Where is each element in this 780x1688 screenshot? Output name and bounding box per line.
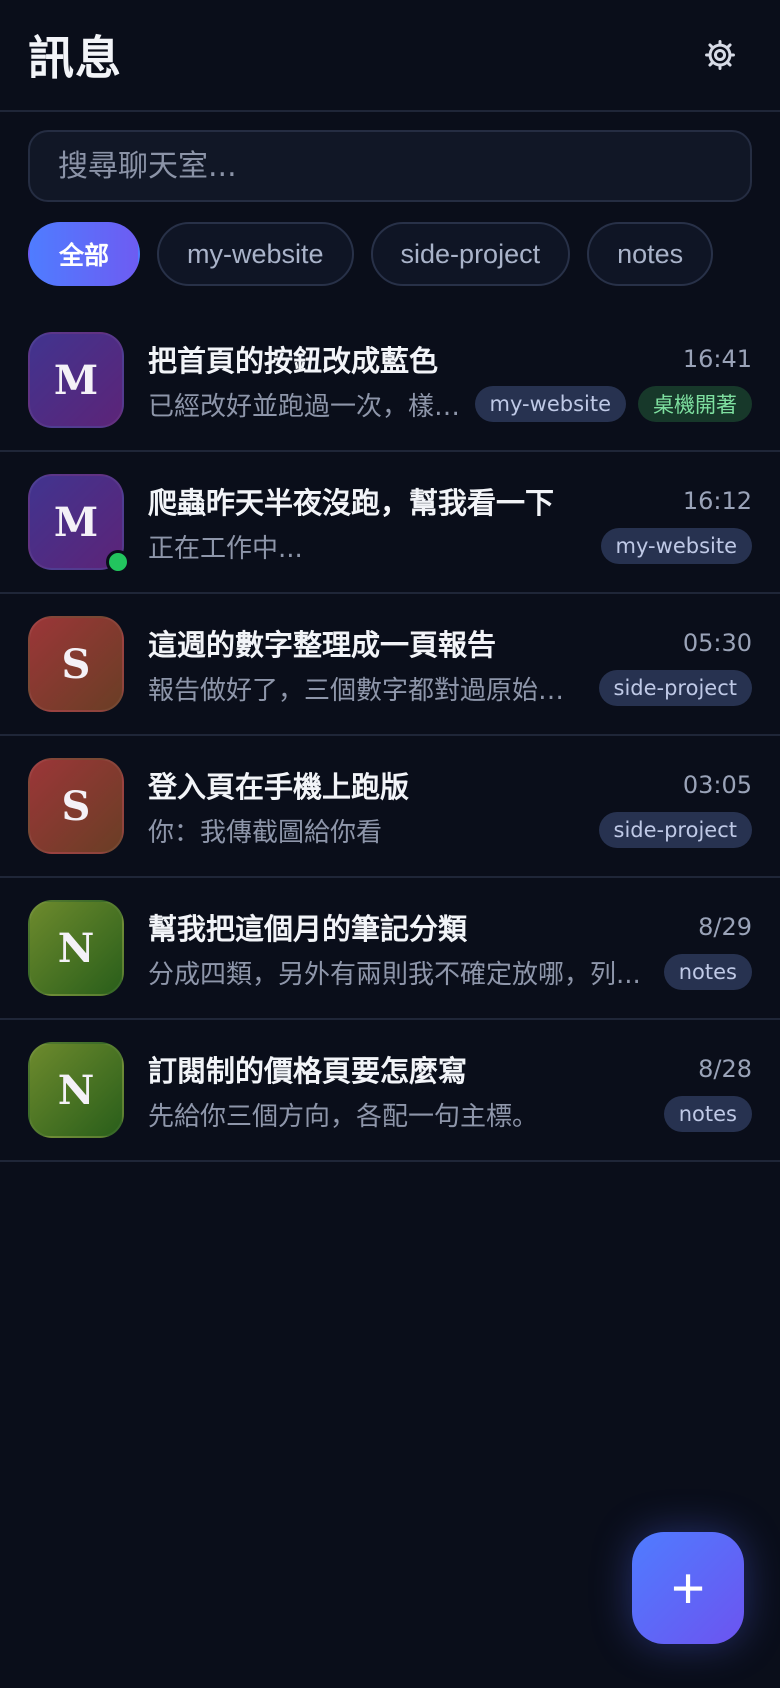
chat-list: M 把首頁的按鈕改成藍色 16:41 已經改好並跑過一次，樣式... my-we… — [0, 310, 780, 1162]
chat-row[interactable]: N 訂閱制的價格頁要怎麼寫 8/28 先給你三個方向，各配一句主標。 notes — [0, 1020, 780, 1162]
chat-preview: 報告做好了，三個數字都對過原始檔。 — [148, 675, 587, 706]
chat-time: 8/28 — [698, 1054, 752, 1083]
chat-title: 爬蟲昨天半夜沒跑，幫我看一下 — [148, 485, 555, 520]
project-badge: my-website — [600, 528, 752, 564]
chat-preview: 分成四類，另外有兩則我不確定放哪，列... — [148, 959, 641, 990]
avatar-letter: M — [53, 498, 99, 546]
desktop-open-badge: 桌機開著 — [638, 386, 752, 422]
header: 訊息 — [0, 0, 780, 112]
filter-my-website[interactable]: my-website — [157, 222, 354, 286]
avatar: M — [28, 474, 130, 574]
chat-time: 16:12 — [682, 486, 752, 515]
chat-row[interactable]: S 登入頁在手機上跑版 03:05 你：我傳截圖給你看 side-project — [0, 736, 780, 878]
chat-title: 訂閱制的價格頁要怎麼寫 — [148, 1053, 468, 1088]
filter-all[interactable]: 全部 — [28, 222, 140, 286]
filter-notes[interactable]: notes — [587, 222, 714, 286]
chat-title: 幫我把這個月的筆記分類 — [148, 911, 468, 946]
filter-side-project[interactable]: side-project — [370, 222, 571, 286]
chat-badges: my-website — [600, 528, 752, 564]
chat-row[interactable]: M 爬蟲昨天半夜沒跑，幫我看一下 16:12 正在工作中... my-websi… — [0, 452, 780, 594]
chat-time: 03:05 — [682, 770, 752, 799]
chat-badges: notes — [663, 1096, 752, 1132]
chat-preview: 正在工作中... — [148, 533, 303, 564]
avatar: S — [28, 616, 124, 712]
chat-row[interactable]: S 這週的數字整理成一頁報告 05:30 報告做好了，三個數字都對過原始檔。 s… — [0, 594, 780, 736]
chat-content: 訂閱制的價格頁要怎麼寫 8/28 先給你三個方向，各配一句主標。 notes — [148, 1048, 752, 1133]
project-badge: side-project — [598, 670, 752, 706]
settings-button[interactable] — [692, 27, 748, 83]
project-badge: notes — [663, 954, 752, 990]
chat-content: 登入頁在手機上跑版 03:05 你：我傳截圖給你看 side-project — [148, 764, 752, 849]
plus-icon: + — [671, 1555, 705, 1621]
chat-content: 幫我把這個月的筆記分類 8/29 分成四類，另外有兩則我不確定放哪，列... n… — [148, 906, 752, 991]
project-badge: side-project — [598, 812, 752, 848]
messages-app: 訊息 全部 my-website side-project notes M 把首… — [0, 0, 780, 1688]
avatar: N — [28, 900, 124, 996]
chat-badges: my-website 桌機開著 — [474, 386, 752, 422]
new-chat-button[interactable]: + — [632, 1532, 744, 1644]
search-input[interactable] — [28, 130, 752, 202]
chat-title: 這週的數字整理成一頁報告 — [148, 627, 497, 662]
chat-content: 把首頁的按鈕改成藍色 16:41 已經改好並跑過一次，樣式... my-webs… — [148, 338, 752, 423]
chat-preview: 已經改好並跑過一次，樣式... — [148, 391, 463, 422]
chat-badges: side-project — [598, 812, 752, 848]
search-container — [0, 112, 780, 202]
project-badge: my-website — [474, 386, 626, 422]
avatar: M — [28, 332, 124, 428]
chat-title: 登入頁在手機上跑版 — [148, 769, 410, 804]
chat-content: 爬蟲昨天半夜沒跑，幫我看一下 16:12 正在工作中... my-website — [148, 480, 752, 565]
chat-time: 8/29 — [698, 912, 752, 941]
chat-badges: side-project — [598, 670, 752, 706]
chat-badges: notes — [663, 954, 752, 990]
chat-time: 05:30 — [682, 628, 752, 657]
avatar: N — [28, 1042, 124, 1138]
gear-icon — [705, 40, 735, 70]
chat-preview: 先給你三個方向，各配一句主標。 — [148, 1101, 539, 1132]
chat-title: 把首頁的按鈕改成藍色 — [148, 343, 439, 378]
chat-content: 這週的數字整理成一頁報告 05:30 報告做好了，三個數字都對過原始檔。 sid… — [148, 622, 752, 707]
page-title: 訊息 — [28, 31, 122, 85]
chat-row[interactable]: N 幫我把這個月的筆記分類 8/29 分成四類，另外有兩則我不確定放哪，列...… — [0, 878, 780, 1020]
online-status-dot — [106, 550, 130, 574]
chat-time: 16:41 — [682, 344, 752, 373]
filter-chips: 全部 my-website side-project notes — [0, 202, 780, 286]
chat-row[interactable]: M 把首頁的按鈕改成藍色 16:41 已經改好並跑過一次，樣式... my-we… — [0, 310, 780, 452]
project-badge: notes — [663, 1096, 752, 1132]
chat-preview: 你：我傳截圖給你看 — [148, 817, 383, 848]
avatar: S — [28, 758, 124, 854]
